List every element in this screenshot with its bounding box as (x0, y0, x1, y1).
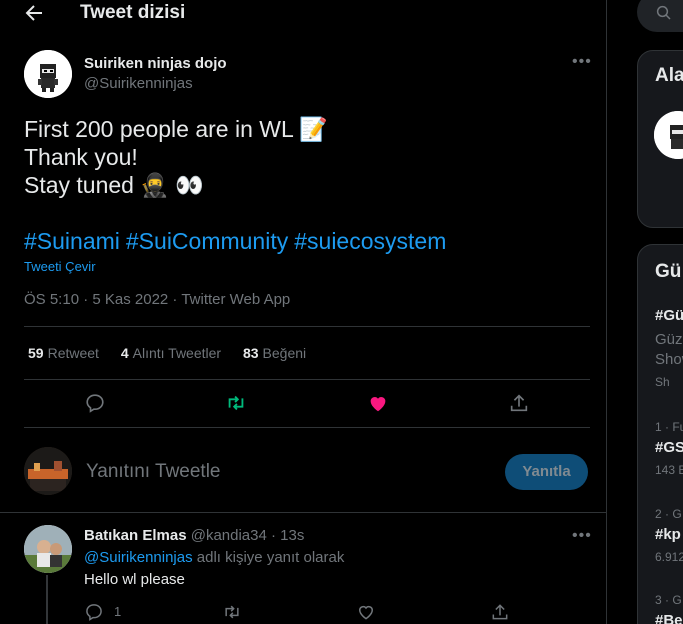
tweet-line-1: First 200 people are in WL 📝 (24, 116, 328, 142)
like-count: 83 (242, 345, 259, 361)
retweet-icon[interactable] (225, 392, 247, 414)
trend-tag[interactable]: #GS (655, 439, 683, 456)
suggested-account-avatar[interactable] (654, 111, 683, 159)
like-icon[interactable] (356, 602, 376, 622)
quote-count: 4 (120, 345, 129, 361)
divider (24, 427, 590, 428)
retweet-icon[interactable] (222, 602, 242, 622)
quote-stat[interactable]: 4 Alıntı Tweetler (121, 345, 221, 361)
reply-author-name: Batıkan Elmas (84, 527, 187, 544)
hashtag-link[interactable]: #Suinami (24, 228, 120, 254)
trend-count: 6.912 (655, 550, 683, 564)
header: Tweet dizisi (0, 0, 606, 26)
retweet-stat[interactable]: 59 Retweet (28, 345, 99, 361)
trend-tag[interactable]: #kp (655, 526, 681, 543)
tweet-line-3: Stay tuned 🥷 👀 (24, 172, 205, 198)
panel-title: Ala (655, 65, 683, 86)
trends-panel: Gü #Gü Güze Show Sh 1 · Fu #GS 143 B 2 ·… (637, 244, 683, 624)
trend-rank: 3 · G (655, 593, 682, 607)
tweet-stats: 59 Retweet 4 Alıntı Tweetler 83 Beğeni (28, 345, 324, 361)
thread-line (46, 575, 48, 624)
reply-author-avatar[interactable] (24, 525, 72, 573)
reply-author[interactable]: Batıkan Elmas @kandia34 · 13s (84, 527, 304, 544)
reply-icon[interactable] (84, 602, 104, 622)
share-icon[interactable] (508, 392, 530, 414)
share-icon[interactable] (490, 602, 510, 622)
reply-count: 1 (114, 604, 122, 619)
trend-rank: 2 · G (655, 507, 682, 521)
more-options-icon[interactable]: ••• (572, 53, 592, 71)
like-label: Beğeni (262, 345, 307, 361)
like-filled-icon[interactable] (367, 392, 389, 414)
reply-text: Hello wl please (84, 571, 185, 588)
ninja-avatar-icon (24, 50, 72, 98)
reply-more-options-icon[interactable]: ••• (572, 527, 592, 545)
search-icon (656, 5, 671, 20)
author-handle[interactable]: @Suirikenninjas (84, 75, 193, 92)
tweet-timestamp[interactable]: ÖS 5:10 · 5 Kas 2022 · Twitter Web App (24, 291, 290, 308)
trend-tag[interactable]: #Gü (655, 307, 683, 324)
replying-to-handle[interactable]: @Suirikenninjas (84, 549, 193, 566)
quote-label: Alıntı Tweetler (132, 345, 222, 361)
author-name[interactable]: Suiriken ninjas dojo (84, 55, 227, 72)
reply-icon[interactable] (84, 392, 106, 414)
replying-to-suffix: adlı kişiye yanıt olarak (192, 549, 345, 566)
page-title: Tweet dizisi (80, 2, 186, 23)
tweet-line-2: Thank you! (24, 144, 138, 170)
trend-count: 143 B (655, 463, 683, 477)
promoted-label: Sh (655, 375, 670, 389)
divider (0, 512, 606, 513)
retweet-label: Retweet (47, 345, 99, 361)
translate-tweet-link[interactable]: Tweeti Çevir (24, 259, 96, 274)
current-user-avatar[interactable] (24, 447, 72, 495)
divider (24, 379, 590, 380)
retweet-count: 59 (28, 345, 44, 361)
trend-rank: 1 · Fu (655, 420, 683, 434)
back-arrow-icon[interactable] (22, 1, 46, 25)
user-photo-icon (24, 525, 72, 573)
hashtag-link[interactable]: #suiecosystem (294, 228, 446, 254)
tweet-thread-column: Tweet dizisi Suiriken ninjas dojo @Suiri… (0, 0, 607, 624)
like-stat[interactable]: 83 Beğeni (243, 345, 306, 361)
hashtag-link[interactable]: #SuiCommunity (126, 228, 288, 254)
right-sidebar: Ala Gü #Gü Güze Show Sh 1 · Fu #GS 143 B… (607, 0, 683, 624)
author-avatar[interactable] (24, 50, 72, 98)
search-bar[interactable] (637, 0, 683, 32)
replying-to: @Suirikenninjas adlı kişiye yanıt olarak (84, 549, 344, 566)
panel-title: Gü (655, 261, 682, 282)
trend-description: Show (655, 351, 683, 368)
divider (24, 326, 590, 327)
trend-description: Güze (655, 331, 683, 348)
hashtag-list: #Suinami #SuiCommunity #suiecosystem (24, 228, 452, 255)
reply-button[interactable]: Yanıtla (505, 454, 588, 490)
user-photo-icon (24, 447, 72, 495)
reply-input[interactable]: Yanıtını Tweetle (86, 461, 221, 483)
who-to-follow-panel: Ala (637, 50, 683, 228)
ninja-avatar-icon (654, 111, 683, 159)
reply-handle-time: @kandia34 · 13s (190, 527, 305, 544)
trend-tag[interactable]: #Be (655, 612, 683, 624)
